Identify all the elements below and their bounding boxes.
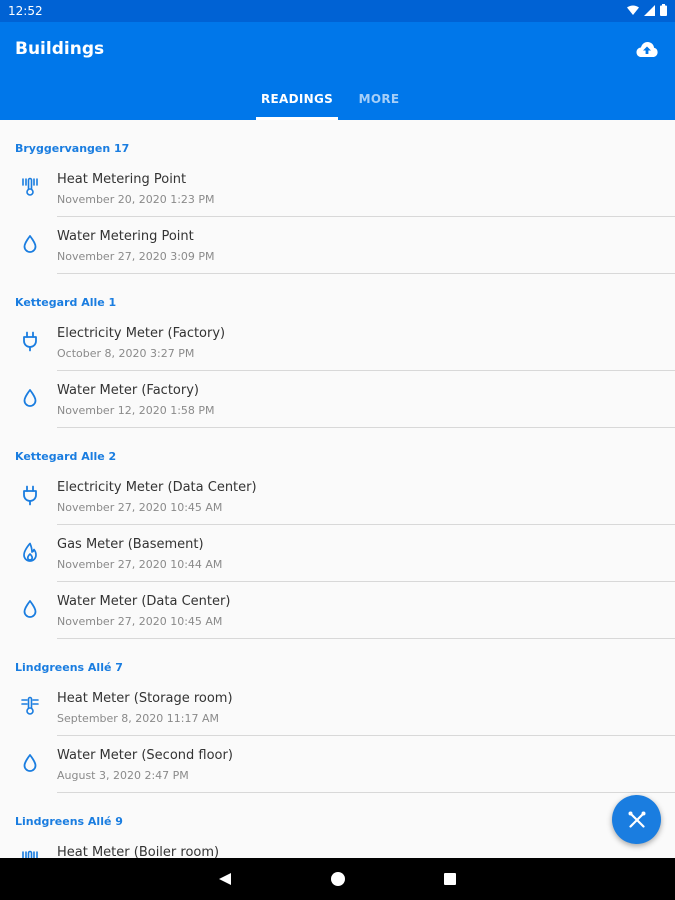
readings-list[interactable]: Bryggervangen 17 Heat Metering Point Nov… — [0, 120, 675, 858]
tools-icon — [628, 811, 645, 828]
gas-flame-icon — [23, 542, 37, 562]
water-drop-icon — [23, 600, 37, 618]
signal-icon — [644, 4, 655, 16]
meter-name: Water Metering Point — [57, 229, 194, 244]
status-bar: 12:52 — [0, 0, 675, 22]
page-title: Buildings — [15, 39, 105, 59]
wifi-icon — [627, 5, 639, 15]
recent-apps-icon[interactable] — [444, 873, 456, 885]
list-item[interactable]: Heat Metering Point November 20, 2020 1:… — [0, 160, 675, 217]
home-icon[interactable] — [331, 872, 345, 886]
tab-more[interactable]: MORE — [350, 86, 408, 120]
meter-name: Heat Meter (Boiler room) — [57, 845, 220, 858]
list-item[interactable]: Heat Meter (Storage room) September 8, 2… — [0, 679, 675, 736]
meter-name: Electricity Meter (Data Center) — [57, 480, 257, 495]
water-drop-icon — [23, 235, 37, 253]
heat-meter-icon — [22, 850, 38, 858]
meter-date: November 27, 2020 3:09 PM — [57, 250, 215, 263]
meter-date: November 12, 2020 1:58 PM — [57, 404, 215, 417]
navigation-bar — [0, 858, 675, 900]
app-bar: Buildings READINGS MORE — [0, 22, 675, 120]
electric-plug-icon — [23, 485, 37, 506]
water-drop-icon — [23, 389, 37, 407]
meter-date: November 27, 2020 10:44 AM — [57, 558, 223, 571]
meter-date: November 27, 2020 10:45 AM — [57, 615, 223, 628]
list-item[interactable]: Electricity Meter (Factory) October 8, 2… — [0, 314, 675, 371]
meter-name: Electricity Meter (Factory) — [57, 326, 226, 341]
divider — [57, 273, 675, 274]
meter-date: August 3, 2020 2:47 PM — [57, 769, 189, 782]
meter-name: Heat Meter (Storage room) — [57, 691, 233, 706]
list-item[interactable]: Gas Meter (Basement) November 27, 2020 1… — [0, 525, 675, 582]
list-item[interactable]: Water Meter (Factory) November 12, 2020 … — [0, 371, 675, 428]
divider — [57, 638, 675, 639]
back-icon[interactable] — [218, 872, 232, 886]
list-item[interactable]: Water Metering Point November 27, 2020 3… — [0, 217, 675, 274]
list-item[interactable]: Heat Meter (Boiler room) — [0, 833, 675, 858]
divider — [57, 792, 675, 793]
scan-fab-button[interactable] — [612, 795, 661, 844]
building-header: Kettegard Alle 1 — [15, 296, 117, 309]
cloud-upload-icon[interactable] — [636, 40, 658, 58]
meter-name: Water Meter (Second floor) — [57, 748, 233, 763]
meter-name: Heat Metering Point — [57, 172, 187, 187]
battery-icon — [660, 4, 667, 16]
building-header: Lindgreens Allé 7 — [15, 661, 123, 674]
meter-date: September 8, 2020 11:17 AM — [57, 712, 219, 725]
heat-meter-icon — [21, 696, 39, 715]
tab-bar: READINGS MORE — [0, 86, 675, 120]
building-header: Kettegard Alle 2 — [15, 450, 117, 463]
tab-readings[interactable]: READINGS — [256, 86, 338, 120]
meter-date: November 20, 2020 1:23 PM — [57, 193, 215, 206]
building-header: Lindgreens Allé 9 — [15, 815, 123, 828]
divider — [57, 427, 675, 428]
system-icons — [627, 4, 667, 16]
meter-date: November 27, 2020 10:45 AM — [57, 501, 223, 514]
heat-meter-icon — [22, 177, 38, 196]
building-header: Bryggervangen 17 — [15, 142, 130, 155]
list-item[interactable]: Water Meter (Second floor) August 3, 202… — [0, 736, 675, 793]
meter-name: Gas Meter (Basement) — [57, 537, 204, 552]
water-drop-icon — [23, 754, 37, 772]
list-item[interactable]: Water Meter (Data Center) November 27, 2… — [0, 582, 675, 639]
list-item[interactable]: Electricity Meter (Data Center) November… — [0, 468, 675, 525]
electric-plug-icon — [23, 331, 37, 352]
meter-date: October 8, 2020 3:27 PM — [57, 347, 195, 360]
status-time: 12:52 — [8, 4, 43, 18]
meter-name: Water Meter (Data Center) — [57, 594, 231, 609]
meter-name: Water Meter (Factory) — [57, 383, 199, 398]
